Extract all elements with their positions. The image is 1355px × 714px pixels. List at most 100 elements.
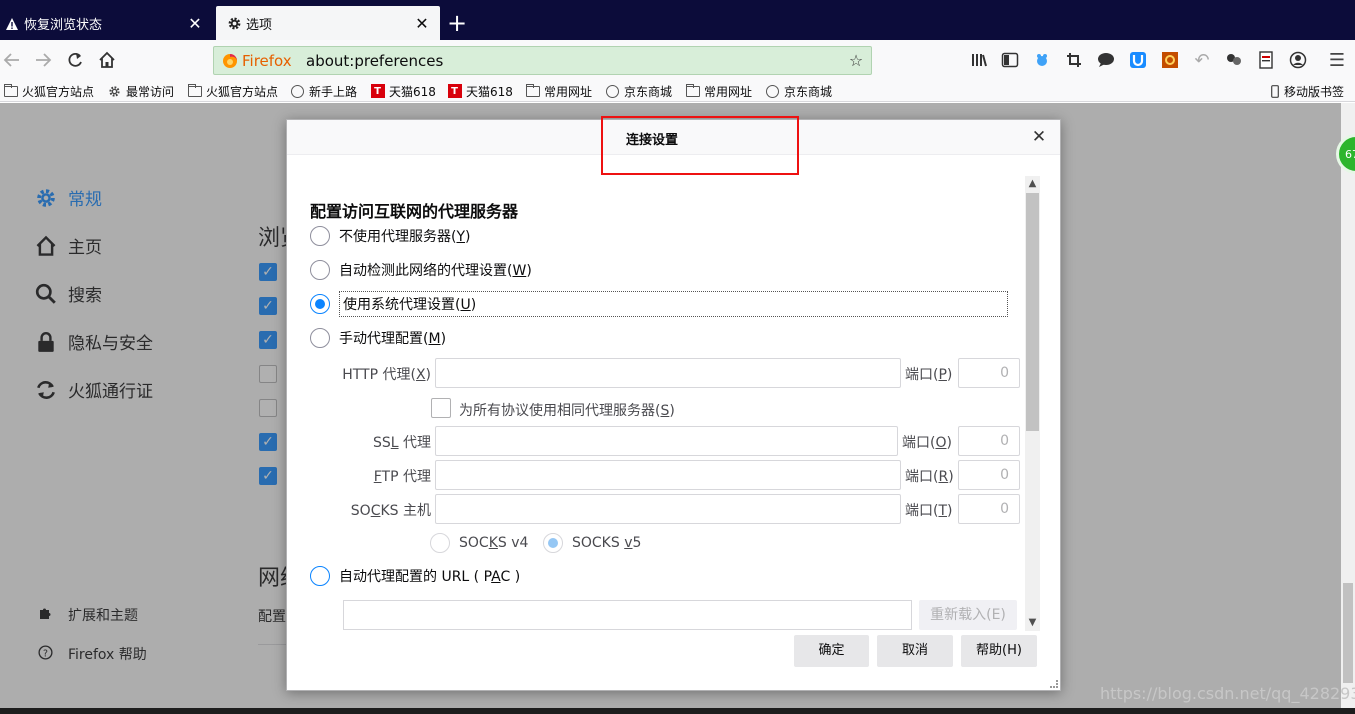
radio-button[interactable] [310,294,330,314]
radio-button[interactable] [310,226,330,246]
url-text[interactable]: about:preferences [306,52,841,70]
socks-v4-option[interactable]: SOCKS v4 [430,533,528,553]
dialog-scrollbar[interactable]: ▲ ▼ [1025,176,1040,631]
warning-icon [4,16,20,32]
bookmark-label: 京东商城 [784,84,833,99]
dialog-title: 连接设置 [625,133,678,148]
socks-host-input[interactable] [435,494,901,524]
page-scrollbar[interactable] [1341,103,1355,708]
bookmark-item[interactable]: 京东商城 [605,82,672,100]
tmall-icon: T [370,84,385,98]
folder-icon [3,83,18,98]
scrollbar-thumb[interactable] [1026,193,1039,431]
bookmark-item[interactable]: 火狐官方站点 [3,82,94,100]
account-icon[interactable] [1286,48,1310,72]
http-proxy-label: HTTP 代理(X) [342,367,431,383]
radio-auto-detect[interactable]: 自动检测此网络的代理设置(W) [310,260,532,280]
radio-button[interactable] [430,533,450,553]
radio-system-proxy[interactable]: 使用系统代理设置(U) [310,291,1008,317]
help-button[interactable]: 帮助(H) [961,635,1037,667]
close-icon[interactable]: ✕ [183,14,207,33]
extension-icon[interactable] [1030,48,1054,72]
radio-no-proxy[interactable]: 不使用代理服务器(Y) [310,226,471,246]
gear-icon [107,84,122,98]
same-proxy-label: 为所有协议使用相同代理服务器(S) [459,403,675,419]
library-icon[interactable] [968,48,992,72]
ftp-port-input[interactable]: 0 [958,460,1020,490]
resize-grip-icon[interactable] [1050,680,1058,688]
bookmark-label: 京东商城 [624,84,673,99]
radio-label: 手动代理配置(M) [339,331,447,347]
dialog-body: 配置访问互联网的代理服务器 不使用代理服务器(Y) 自动检测此网络的代理设置(W… [287,156,1060,632]
bookmark-item[interactable]: 最常访问 [107,82,174,100]
orange-extension-icon[interactable] [1158,48,1182,72]
bookmark-item[interactable]: T 天猫618 [447,82,513,100]
menu-icon[interactable]: ☰ [1325,48,1349,72]
u-extension-icon[interactable] [1126,48,1150,72]
bookmark-label: 常用网址 [544,84,593,99]
http-port-input[interactable]: 0 [958,358,1020,388]
home-button[interactable] [95,48,119,72]
scroll-down-icon[interactable]: ▼ [1025,615,1040,631]
bookmark-label: 天猫618 [466,84,513,99]
chat-icon[interactable] [1094,48,1118,72]
new-tab-button[interactable]: + [444,8,470,38]
ssl-port-label: 端口(O) [902,435,952,451]
ftp-proxy-label: FTP 代理 [373,469,431,485]
radio-label: 使用系统代理设置(U) [339,291,1008,317]
http-proxy-input[interactable] [435,358,901,388]
identity-box[interactable]: Firefox [214,52,306,70]
back-button[interactable] [0,48,24,72]
close-icon[interactable]: ✕ [410,14,434,33]
forward-arrow-icon [36,53,52,67]
pac-url-input[interactable] [343,600,912,630]
os-taskbar [0,708,1355,714]
bookmark-star-icon[interactable]: ☆ [841,51,871,70]
proxy-section-title: 配置访问互联网的代理服务器 [310,202,519,221]
radio-button[interactable] [543,533,563,553]
ssl-port-input[interactable]: 0 [958,426,1020,456]
tab-restore-session[interactable]: 恢复浏览状态 ✕ [0,7,213,40]
screenshot-icon[interactable] [1062,48,1086,72]
close-icon[interactable]: ✕ [1028,126,1050,148]
forward-button[interactable] [31,48,55,72]
tab-options[interactable]: 选项 ✕ [216,6,440,40]
bookmark-item[interactable]: T 天猫618 [370,82,436,100]
ftp-proxy-input[interactable] [435,460,901,490]
watermark-text: https://blog.csdn.net/qq_42829320 [1100,684,1355,703]
users-icon[interactable] [1222,48,1246,72]
socks-v5-option[interactable]: SOCKS v5 [543,533,641,553]
socks-port-input[interactable]: 0 [958,494,1020,524]
back-arrow-icon [3,53,19,67]
radio-button[interactable] [310,328,330,348]
document-icon[interactable] [1254,48,1278,72]
cancel-button[interactable]: 取消 [877,635,953,667]
same-proxy-checkbox[interactable] [431,398,451,418]
scroll-up-icon[interactable]: ▲ [1025,176,1040,192]
reload-icon [68,52,82,67]
bookmark-item[interactable]: 火狐官方站点 [187,82,278,100]
sidebar-toggle-icon[interactable] [998,48,1022,72]
ssl-proxy-input[interactable] [435,426,898,456]
reload-button[interactable] [63,48,87,72]
url-bar[interactable]: Firefox about:preferences ☆ [213,46,872,75]
bookmark-item[interactable]: 新手上路 [290,82,357,100]
mobile-bookmarks[interactable]: 移动版书签 [1270,82,1344,100]
globe-icon [765,84,780,98]
radio-button[interactable] [310,566,330,586]
radio-button[interactable] [310,260,330,280]
bookmark-item[interactable]: 常用网址 [685,82,752,100]
bookmark-item[interactable]: 常用网址 [525,82,592,100]
radio-manual-proxy[interactable]: 手动代理配置(M) [310,328,446,348]
radio-label: SOCKS v4 [459,535,529,551]
globe-icon [290,84,305,98]
scrollbar-thumb[interactable] [1343,583,1353,683]
bookmark-item[interactable]: 京东商城 [765,82,832,100]
undo-icon[interactable]: ↶ [1190,48,1214,72]
folder-icon [525,83,540,98]
firefox-label: Firefox [242,51,292,70]
reload-pac-button[interactable]: 重新载入(E) [919,600,1017,630]
ok-button[interactable]: 确定 [794,635,869,667]
ssl-proxy-label: SSL 代理 [372,435,431,451]
radio-pac-url[interactable]: 自动代理配置的 URL ( PAC ) [310,566,520,586]
